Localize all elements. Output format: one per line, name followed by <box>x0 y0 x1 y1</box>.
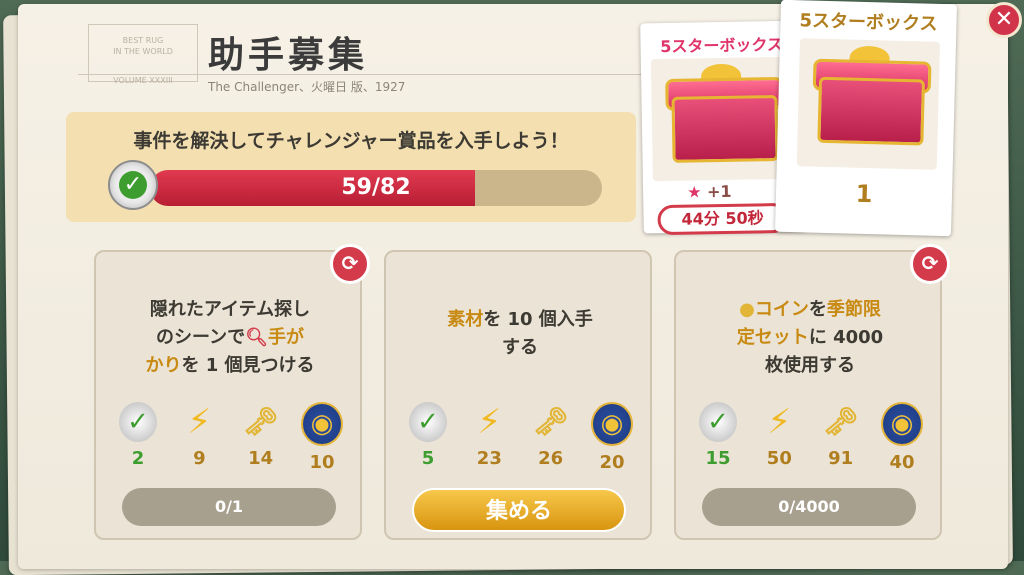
desc-line: 枚使用する <box>765 355 855 376</box>
close-icon: ✕ <box>994 7 1014 32</box>
checkmark-badge-icon: ✓ <box>699 402 737 442</box>
refresh-icon: ⟳ <box>921 251 939 275</box>
mission-progress: 0/4000 <box>702 488 916 526</box>
refresh-icon: ⟳ <box>341 251 359 275</box>
close-button[interactable]: ✕ <box>986 2 1022 38</box>
five-star-box-image <box>796 38 941 170</box>
reward-card-current[interactable]: 5スターボックス 1 <box>774 0 958 237</box>
mission-description: ●コインを季節限 定セットに 4000 枚使用する <box>688 296 932 380</box>
mission-card-2: 素材を 10 個入手 する ✓ 5 ⚡ 23 🗝︎ 26 ◉ 20 集める <box>384 250 652 540</box>
key-icon: 🗝︎ <box>822 405 859 438</box>
reward-item: 🗝︎ 14 <box>233 402 289 472</box>
reward-item: ✓ 15 <box>690 402 746 472</box>
stamp-text: IN THE WORLD <box>113 47 173 56</box>
banner-text: 事件を解決してチャレンジャー賞品を入手しよう！ <box>133 130 569 152</box>
mission-rewards: ✓ 15 ⚡ 50 🗝︎ 91 ◉ 40 <box>690 402 930 473</box>
mission-rewards: ✓ 5 ⚡ 23 🗝︎ 26 ◉ 20 <box>400 402 640 473</box>
chest-icon <box>671 95 779 163</box>
reward-item: ✓ 5 <box>400 402 456 472</box>
reward-title: 5スターボックス <box>660 34 784 57</box>
desc-line: のシーンで <box>156 327 246 348</box>
desc-highlight: 季節限 <box>826 299 881 320</box>
reward-item: ⚡ 23 <box>461 402 517 472</box>
refresh-button[interactable]: ⟳ <box>910 244 950 284</box>
reward-item: ◉ 20 <box>584 402 640 473</box>
checkmark-badge-icon: ✓ <box>409 402 447 442</box>
reward-value: 40 <box>889 452 915 473</box>
reward-timer: 44分 50秒 <box>657 202 788 236</box>
reward-item: 🗝︎ 26 <box>523 402 579 472</box>
reward-value: 9 <box>193 448 206 469</box>
magnifier-medal-icon: ◉ <box>880 402 923 446</box>
reward-plus-value: +1 <box>706 181 732 202</box>
lightning-icon: ⚡ <box>187 402 212 442</box>
page-subtitle: The Challenger、火曜日 版、1927 <box>208 80 406 94</box>
reward-value: 26 <box>538 448 564 469</box>
desc-highlight: 手が <box>267 327 304 348</box>
challenge-progress-bar: 59/82 <box>150 170 602 206</box>
reward-item: ⚡ 9 <box>171 402 227 472</box>
mission-card-1: ⟳ 隠れたアイテム探し のシーンで🔍︎手が かりを 1 個見つける ✓ 2 ⚡ 9 … <box>94 244 370 540</box>
magnifier-medal-icon: ◉ <box>300 402 343 446</box>
reward-value: 20 <box>599 452 625 473</box>
checkmark-badge-icon: ✓ <box>119 402 157 442</box>
stamp-text: BEST RUG <box>122 36 164 45</box>
desc-line: する <box>502 337 538 358</box>
desc-line: を 10 個入手 <box>483 309 593 330</box>
reward-title: 5スターボックス <box>799 10 938 35</box>
checkmark-badge-icon: ✓ <box>108 160 158 210</box>
reward-item: ◉ 10 <box>294 402 350 473</box>
reward-value: 10 <box>309 452 335 473</box>
progress-label: 59/82 <box>341 175 411 200</box>
volume-label: VOLUME XXXIII <box>113 76 173 85</box>
desc-highlight: 素材 <box>447 309 484 330</box>
reward-value: 50 <box>766 448 792 469</box>
desc-line: 隠れたアイテム探し <box>149 299 311 320</box>
mission-card-3: ⟳ ●コインを季節限 定セットに 4000 枚使用する ✓ 15 ⚡ 50 🗝︎ 91… <box>674 244 950 540</box>
star-icon: ★ <box>686 182 702 202</box>
reward-item: ✓ 2 <box>110 402 166 472</box>
chest-icon <box>817 76 926 146</box>
refresh-button[interactable]: ⟳ <box>330 244 370 284</box>
lightning-icon: ⚡ <box>477 402 502 442</box>
desc-highlight: コイン <box>754 299 809 320</box>
mission-rewards: ✓ 2 ⚡ 9 🗝︎ 14 ◉ 10 <box>110 402 350 473</box>
desc-line: に 4000 <box>808 327 884 348</box>
reward-value: 91 <box>828 448 854 469</box>
reward-value: 14 <box>248 448 274 469</box>
reward-item: 🗝︎ 91 <box>813 402 869 472</box>
reward-value: 15 <box>705 448 731 469</box>
reward-plus: ★ +1 <box>687 182 732 202</box>
reward-value: 2 <box>131 448 145 469</box>
reward-item: ⚡ 50 <box>751 402 807 472</box>
desc-highlight: かり <box>145 355 182 376</box>
key-icon: 🗝︎ <box>532 405 569 438</box>
reward-value: 5 <box>421 448 435 469</box>
desc-line: を 1 個見つける <box>181 355 315 376</box>
magnifier-medal-icon: ◉ <box>590 402 633 446</box>
collect-button[interactable]: 集める <box>412 488 626 532</box>
clue-icon: 🔍︎ <box>245 327 268 348</box>
desc-line: を <box>808 299 827 320</box>
mission-progress: 0/1 <box>122 488 336 526</box>
key-icon: 🗝︎ <box>242 405 279 438</box>
five-star-box-image <box>650 56 793 182</box>
desc-highlight: 定セット <box>736 327 809 348</box>
page-title: 助手募集 <box>208 35 369 76</box>
mission-description: 素材を 10 個入手 する <box>398 306 642 362</box>
coin-icon: ● <box>739 299 755 320</box>
lightning-icon: ⚡ <box>767 402 792 442</box>
mission-description: 隠れたアイテム探し のシーンで🔍︎手が かりを 1 個見つける <box>108 296 352 380</box>
reward-item: ◉ 40 <box>874 402 930 473</box>
reward-count: 1 <box>855 179 873 209</box>
reward-value: 23 <box>476 448 502 469</box>
